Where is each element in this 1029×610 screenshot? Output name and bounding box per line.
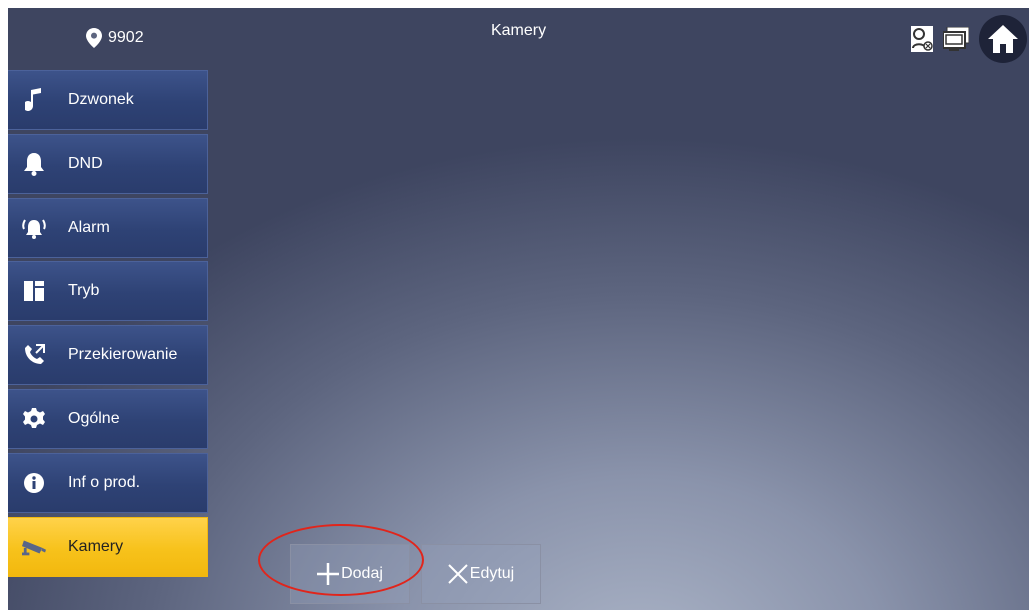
camera-icon bbox=[22, 535, 46, 559]
contacts-icon[interactable] bbox=[911, 26, 933, 52]
info-icon bbox=[22, 471, 46, 495]
sidebar-item-label: Dzwonek bbox=[68, 91, 134, 108]
sidebar-item-label: DND bbox=[68, 154, 103, 172]
home-icon bbox=[988, 25, 1018, 53]
edit-button-label: Edytuj bbox=[469, 565, 515, 582]
sidebar-item-label: Alarm bbox=[68, 218, 110, 236]
plus-icon bbox=[317, 563, 340, 585]
top-icons bbox=[911, 14, 1029, 64]
sidebar-item-label: Przekierowanie bbox=[68, 346, 178, 364]
sidebar-item-label: Kamery bbox=[68, 537, 124, 555]
sidebar-item-kamery[interactable]: Kamery bbox=[8, 516, 208, 577]
sidebar-item-przekierowanie[interactable]: Przekierowanie bbox=[8, 325, 208, 386]
camera-settings-screen: 9902 Kamery Dzwonek DND Alarm Tryb Przek… bbox=[8, 8, 1029, 610]
sidebar-item-ogolne[interactable]: Ogólne bbox=[8, 388, 208, 449]
sidebar-item-dzwonek[interactable]: Dzwonek bbox=[8, 70, 208, 130]
sidebar-item-dnd[interactable]: DND bbox=[8, 133, 208, 194]
sidebar-item-label: Ogólne bbox=[68, 409, 120, 427]
sidebar: Dzwonek DND Alarm Tryb Przekierowanie Og… bbox=[8, 70, 208, 580]
bell-icon bbox=[22, 152, 46, 176]
sidebar-item-label: Inf o prod. bbox=[68, 473, 141, 491]
music-note-icon bbox=[22, 88, 46, 112]
monitor-icon[interactable] bbox=[943, 27, 969, 51]
sidebar-item-label: Tryb bbox=[68, 282, 100, 300]
gear-icon bbox=[22, 407, 46, 431]
alarm-bell-icon bbox=[22, 216, 46, 240]
add-button-label: Dodaj bbox=[341, 565, 383, 582]
action-bar: Dodaj Edytuj bbox=[290, 544, 552, 604]
home-button[interactable] bbox=[979, 15, 1027, 63]
call-forward-icon bbox=[22, 343, 46, 367]
sidebar-item-tryb[interactable]: Tryb bbox=[8, 261, 208, 322]
sidebar-item-alarm[interactable]: Alarm bbox=[8, 197, 208, 258]
close-icon bbox=[448, 564, 468, 584]
mode-grid-icon bbox=[22, 279, 46, 303]
page-title: Kamery bbox=[490, 22, 547, 39]
edit-button[interactable]: Edytuj bbox=[421, 544, 541, 604]
add-button[interactable]: Dodaj bbox=[290, 544, 410, 604]
sidebar-item-inf-o-prod[interactable]: Inf o prod. bbox=[8, 452, 208, 513]
top-bar: 9902 Kamery bbox=[8, 8, 1029, 70]
